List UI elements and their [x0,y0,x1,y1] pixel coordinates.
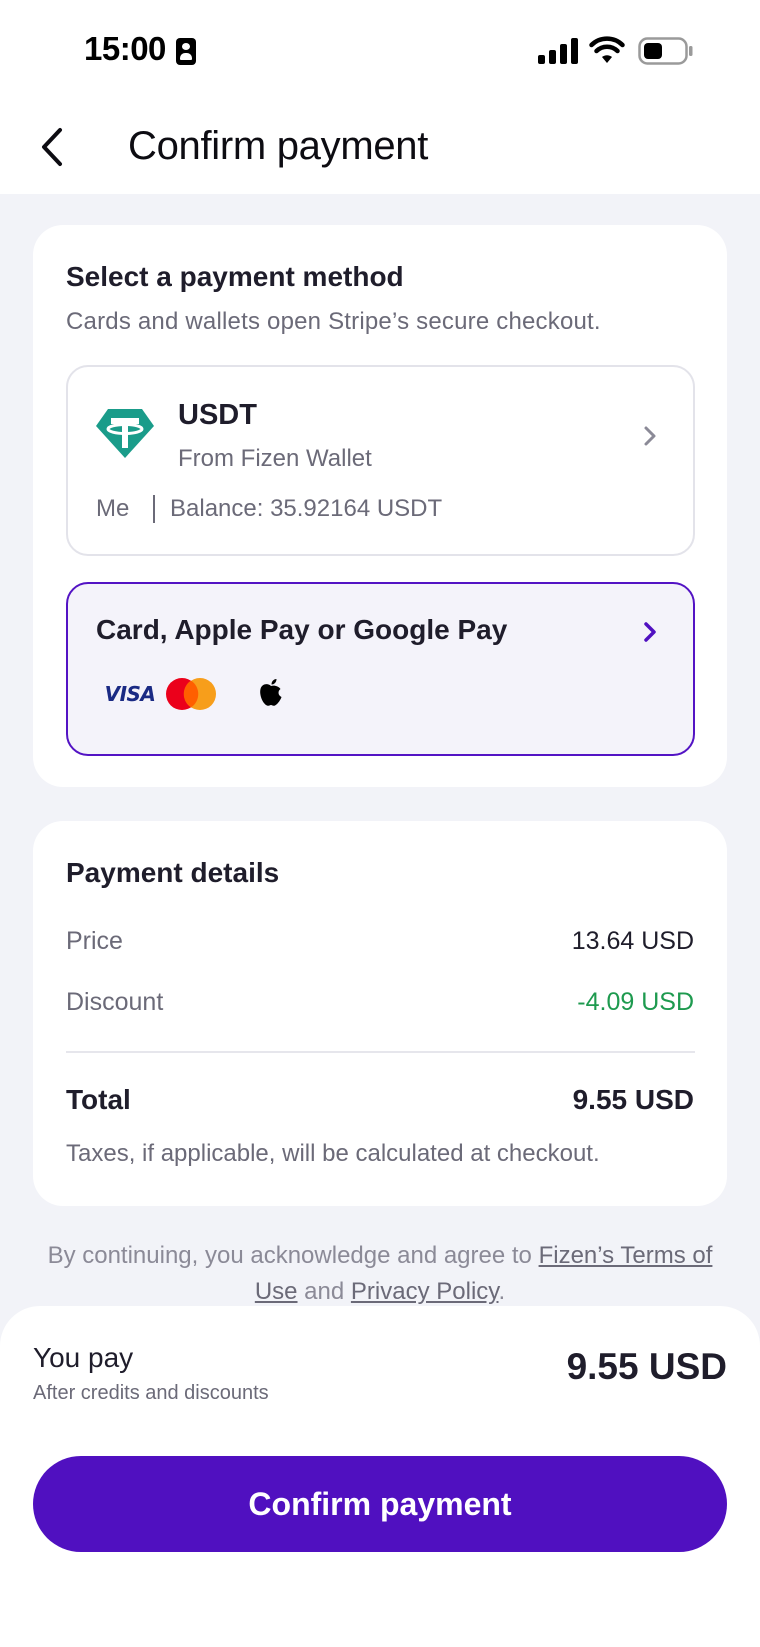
total-label: Total [66,1084,131,1115]
payment-details-title: Payment details [66,857,280,888]
total-value: 9.55 USD [572,1084,694,1115]
legal-prefix: By continuing, you acknowledge and agree… [47,1242,539,1269]
usdt-source: From Fizen Wallet [178,445,372,472]
page-title: Confirm payment [128,124,429,168]
battery-icon [638,37,693,65]
you-pay-label: You pay [33,1342,134,1373]
status-bar: 15:00 [0,0,760,100]
confirm-payment-button[interactable]: Confirm payment [33,1456,727,1552]
usdt-name: USDT [178,399,257,431]
card-option-label: Card, Apple Pay or Google Pay [96,614,508,645]
payment-method-subtitle: Cards and wallets open Stripe’s secure c… [66,308,601,335]
pay-amount: 9.55 USD [566,1346,727,1387]
payment-method-title: Select a payment method [66,261,404,292]
details-divider [66,1051,695,1053]
privacy-policy-link[interactable]: Privacy Policy [351,1278,499,1305]
payment-summary-sheet: You pay After credits and discounts 9.55… [0,1306,760,1647]
price-value: 13.64 USD [571,927,694,955]
payment-method-card: Select a payment method Cards and wallet… [33,225,727,787]
chevron-left-icon[interactable] [36,124,70,170]
payment-details-card: Payment details Price 13.64 USD Discount… [33,821,727,1206]
visa-logo: VISA [104,682,156,706]
tether-icon [96,409,154,458]
tax-note: Taxes, if applicable, will be calculated… [66,1140,600,1167]
usdt-balance: Balance: 35.92164 USDT [170,495,443,522]
person-badge-icon [176,38,196,65]
nav-bar: Confirm payment [0,100,760,194]
discount-label: Discount [66,988,164,1016]
usdt-owner: Me [96,495,130,522]
price-label: Price [66,927,123,955]
card-payment-option[interactable]: Card, Apple Pay or Google Pay VISA [66,582,695,756]
you-pay-subtitle: After credits and discounts [33,1382,269,1404]
signal-icon [538,38,580,64]
chevron-right-icon [644,426,656,446]
mastercard-logo [166,678,216,710]
legal-middle: and [297,1278,351,1305]
chevron-right-icon [644,622,656,642]
status-time: 15:00 [84,30,166,67]
owner-balance-divider [153,495,155,523]
wifi-icon [589,36,625,63]
legal-notice: By continuing, you acknowledge and agree… [40,1238,720,1310]
usdt-payment-option[interactable]: USDT From Fizen Wallet Me Balance: 35.92… [66,365,695,556]
discount-value: -4.09 USD [577,988,694,1016]
legal-suffix: . [498,1278,506,1305]
apple-logo [260,679,282,706]
